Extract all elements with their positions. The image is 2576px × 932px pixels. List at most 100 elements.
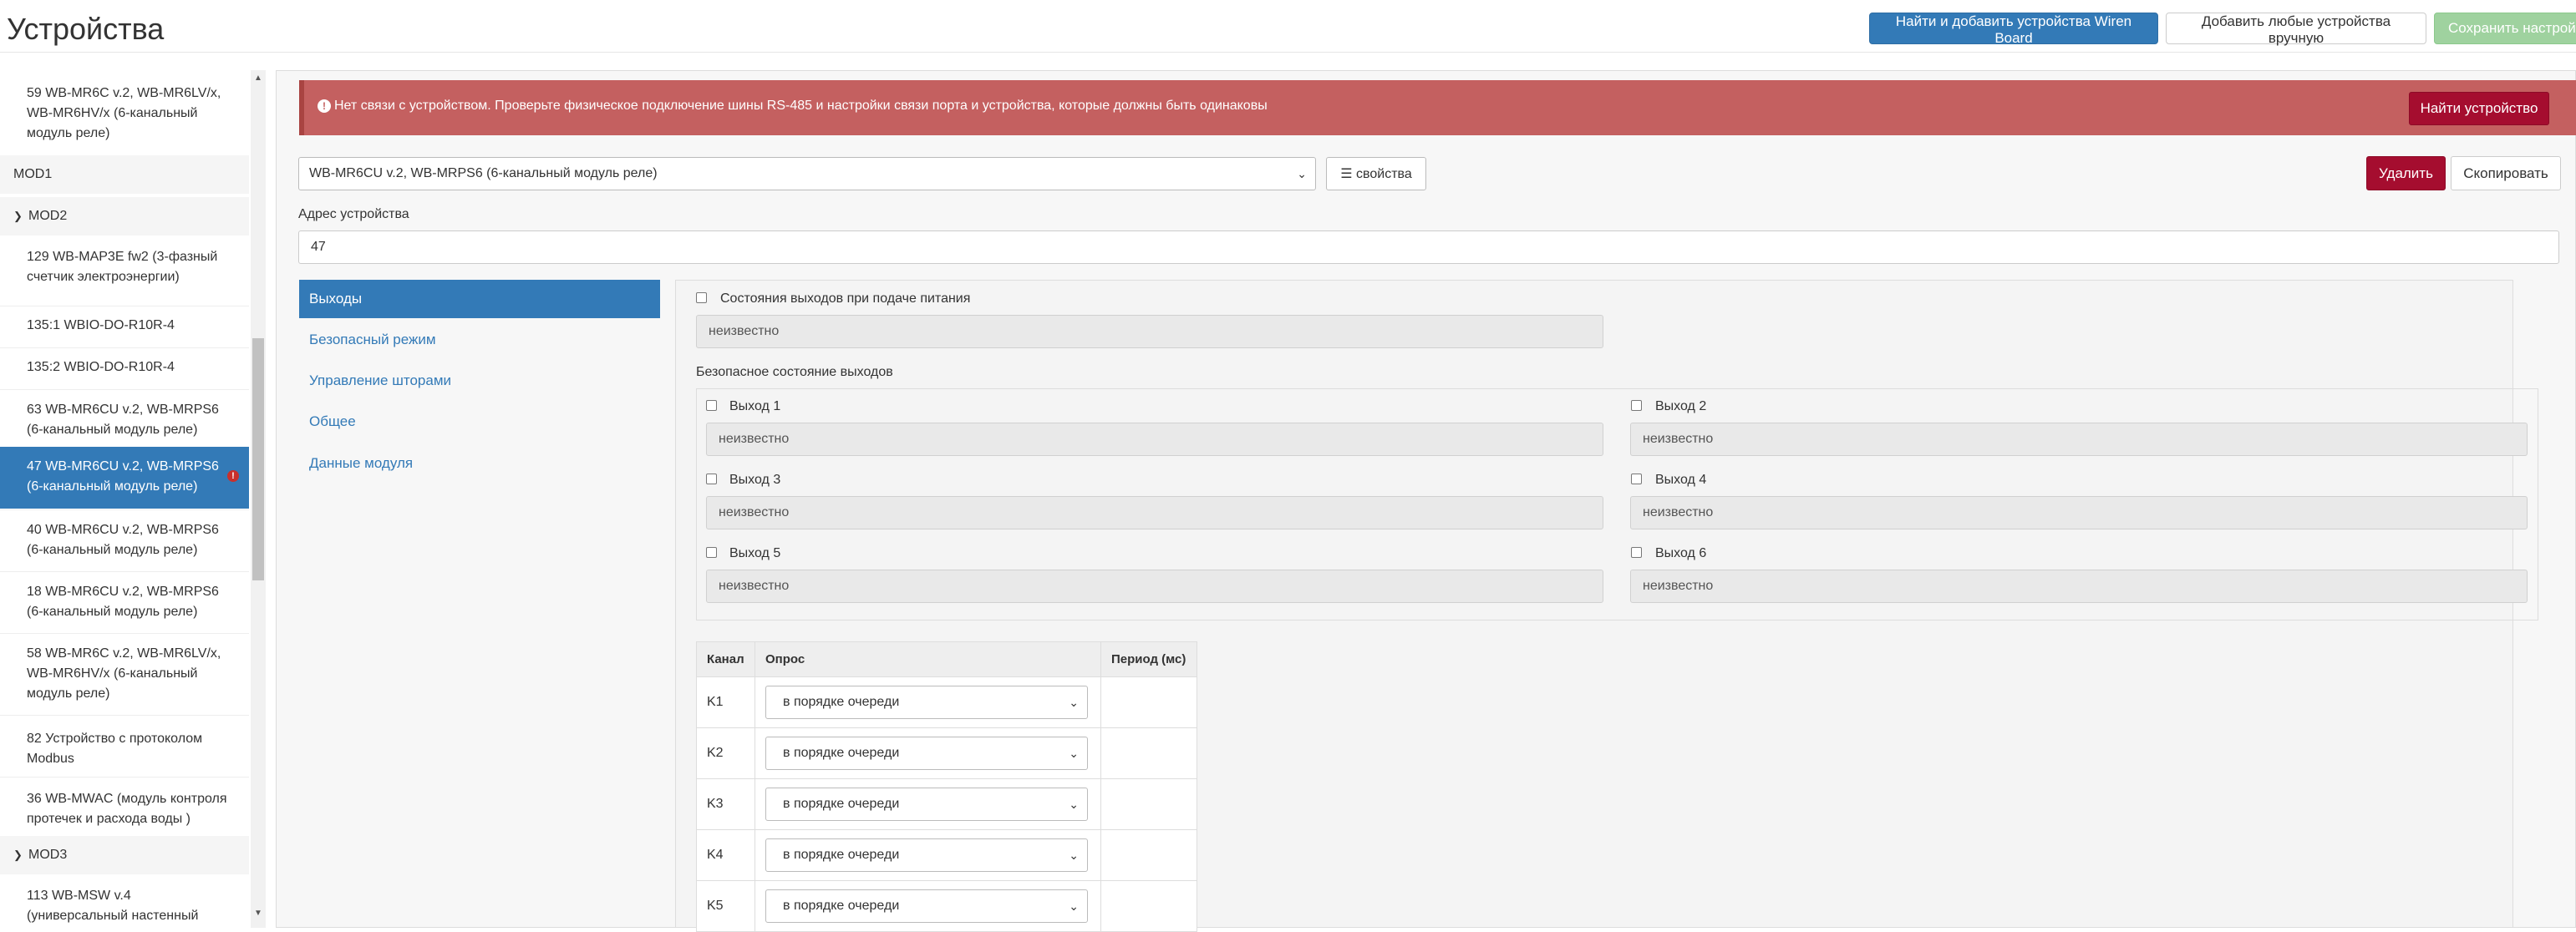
sidebar-item-label: 40 WB-MR6CU v.2, WB-MRPS6 (6-канальный м… — [27, 523, 219, 557]
alert-message: Нет связи с устройством. Проверьте физич… — [334, 99, 1268, 113]
channel-cell: K1 — [696, 676, 755, 728]
poll-value: в порядке очереди — [783, 695, 900, 709]
poll-value: в порядке очереди — [783, 797, 900, 811]
output-4-field: неизвестно — [1630, 496, 2528, 529]
chevron-down-icon: ⌄ — [1069, 899, 1079, 913]
page-title: Устройства — [7, 12, 165, 46]
sidebar-group-label: MOD3 — [28, 848, 68, 862]
sidebar-item-label: 113 WB-MSW v.4 (универсальный настенный … — [27, 889, 199, 923]
sidebar-device-59[interactable]: 59 WB-MR6C v.2, WB-MR6LV/x, WB-MR6HV/x (… — [0, 82, 249, 159]
header-divider — [0, 52, 2576, 53]
chevron-down-icon: ⌄ — [1069, 696, 1079, 709]
table-row: K4 в порядке очереди ⌄ — [696, 829, 1197, 881]
tab-safe-mode[interactable]: Безопасный режим — [299, 321, 660, 359]
delete-button[interactable]: Удалить — [2366, 156, 2446, 190]
sidebar-device-113[interactable]: 113 WB-MSW v.4 (универсальный настенный … — [0, 886, 249, 928]
address-label: Адрес устройства — [298, 207, 409, 221]
output-6-checkbox[interactable] — [1631, 547, 1642, 558]
output-4-checkbox[interactable] — [1631, 474, 1642, 484]
properties-label: свойства — [1356, 167, 1412, 181]
power-on-state-label: Состояния выходов при подаче питания — [720, 291, 971, 306]
sidebar-item-label: 135:2 WBIO-DO-R10R-4 — [27, 360, 175, 374]
find-device-button[interactable]: Найти устройство — [2409, 92, 2549, 125]
save-settings-button[interactable]: Сохранить настройки — [2434, 13, 2576, 44]
period-cell[interactable] — [1100, 880, 1197, 932]
poll-cell: в порядке очереди ⌄ — [755, 727, 1101, 779]
output-5-checkbox[interactable] — [706, 547, 717, 558]
sidebar-device-135-1[interactable]: 135:1 WBIO-DO-R10R-4 — [0, 306, 249, 344]
sidebar-device-82[interactable]: 82 Устройство с протоколом Modbus — [0, 715, 249, 775]
sidebar-item-label: 129 WB-MAP3E fw2 (3-фазный счетчик элект… — [27, 250, 218, 284]
sidebar-item-label: 18 WB-MR6CU v.2, WB-MRPS6 (6-канальный м… — [27, 585, 219, 619]
tab-curtain-control[interactable]: Управление шторами — [299, 362, 660, 400]
sidebar-device-36[interactable]: 36 WB-MWAC (модуль контроля протечек и р… — [0, 777, 249, 840]
output-2-checkbox[interactable] — [1631, 400, 1642, 411]
device-type-select[interactable]: WB-MR6CU v.2, WB-MRPS6 (6-канальный моду… — [298, 157, 1316, 190]
output-2-field: неизвестно — [1630, 423, 2528, 456]
tab-module-data[interactable]: Данные модуля — [299, 444, 660, 483]
period-cell[interactable] — [1100, 829, 1197, 881]
power-on-state-checkbox[interactable] — [696, 292, 707, 303]
scroll-down-icon[interactable]: ▼ — [251, 907, 266, 920]
sidebar-group-mod1[interactable]: MOD1 — [0, 155, 249, 194]
sidebar-group-label: MOD2 — [28, 209, 68, 223]
sidebar-device-40[interactable]: 40 WB-MR6CU v.2, WB-MRPS6 (6-канальный м… — [0, 509, 249, 570]
sidebar-item-label: 135:1 WBIO-DO-R10R-4 — [27, 318, 175, 332]
address-input[interactable]: 47 — [298, 230, 2559, 264]
table-header-row: Канал Опрос Период (мс) — [696, 641, 1197, 677]
find-add-wirenboard-button[interactable]: Найти и добавить устройства Wiren Board — [1869, 13, 2158, 46]
tab-general[interactable]: Общее — [299, 403, 660, 441]
poll-value: в порядке очереди — [783, 899, 900, 913]
power-on-state-field: неизвестно — [696, 315, 1603, 348]
safe-state-label: Безопасное состояние выходов — [696, 365, 893, 379]
sidebar-group-mod2[interactable]: ❯ MOD2 — [0, 197, 249, 236]
poll-value: в порядке очереди — [783, 746, 900, 760]
chevron-down-icon: ⌄ — [1069, 798, 1079, 811]
poll-select[interactable]: в порядке очереди ⌄ — [765, 686, 1088, 719]
sidebar-device-135-2[interactable]: 135:2 WBIO-DO-R10R-4 — [0, 347, 249, 386]
poll-select[interactable]: в порядке очереди ⌄ — [765, 889, 1088, 923]
period-cell[interactable] — [1100, 676, 1197, 728]
table-row: K1 в порядке очереди ⌄ — [696, 676, 1197, 728]
poll-cell: в порядке очереди ⌄ — [755, 880, 1101, 932]
channel-cell: K4 — [696, 829, 755, 881]
output-1-field: неизвестно — [706, 423, 1603, 456]
sidebar-device-47[interactable]: 47 WB-MR6CU v.2, WB-MRPS6 (6-канальный м… — [0, 447, 249, 509]
poll-value: в порядке очереди — [783, 848, 900, 862]
tab-outputs[interactable]: Выходы — [299, 280, 660, 318]
copy-button[interactable]: Скопировать — [2451, 156, 2561, 190]
table-row: K2 в порядке очереди ⌄ — [696, 727, 1197, 779]
connection-error-alert: ! Нет связи с устройством. Проверьте физи… — [299, 80, 2576, 135]
add-manual-button[interactable]: Добавить любые устройства вручную — [2166, 13, 2426, 46]
table-row: K5 в порядке очереди ⌄ — [696, 880, 1197, 932]
output-5-field: неизвестно — [706, 570, 1603, 603]
poll-select[interactable]: в порядке очереди ⌄ — [765, 737, 1088, 770]
sidebar-device-18[interactable]: 18 WB-MR6CU v.2, WB-MRPS6 (6-канальный м… — [0, 571, 249, 631]
output-1-checkbox[interactable] — [706, 400, 717, 411]
output-1-label: Выход 1 — [729, 399, 781, 413]
chevron-down-icon: ⌄ — [1297, 167, 1307, 180]
sidebar-device-129[interactable]: 129 WB-MAP3E fw2 (3-фазный счетчик элект… — [0, 247, 249, 289]
column-header-poll: Опрос — [755, 641, 1101, 677]
output-6-field: неизвестно — [1630, 570, 2528, 603]
scroll-up-icon[interactable]: ▲ — [251, 72, 266, 85]
period-cell[interactable] — [1100, 727, 1197, 779]
output-3-label: Выход 3 — [729, 473, 781, 487]
output-3-checkbox[interactable] — [706, 474, 717, 484]
poll-select[interactable]: в порядке очереди ⌄ — [765, 838, 1088, 872]
properties-button[interactable]: ☰ свойства — [1326, 157, 1426, 190]
sidebar-scrollbar-thumb[interactable] — [252, 338, 264, 580]
poll-select[interactable]: в порядке очереди ⌄ — [765, 788, 1088, 821]
device-sidebar: 59 WB-MR6C v.2, WB-MR6LV/x, WB-MR6HV/x (… — [0, 67, 251, 928]
channels-table: Канал Опрос Период (мс) K1 в порядке оче… — [696, 641, 1197, 932]
warning-icon: ! — [318, 99, 331, 113]
sidebar-group-mod3[interactable]: ❯ MOD3 — [0, 836, 249, 874]
sidebar-device-58[interactable]: 58 WB-MR6C v.2, WB-MR6LV/x, WB-MR6HV/x (… — [0, 633, 249, 713]
sidebar-item-label: 82 Устройство с протоколом Modbus — [27, 732, 203, 766]
channel-cell: K2 — [696, 727, 755, 779]
sidebar-item-label: 58 WB-MR6C v.2, WB-MR6LV/x, WB-MR6HV/x (… — [27, 646, 221, 701]
column-header-channel: Канал — [696, 641, 755, 677]
error-badge: ! — [227, 470, 239, 482]
sidebar-device-63[interactable]: 63 WB-MR6CU v.2, WB-MRPS6 (6-канальный м… — [0, 389, 249, 448]
period-cell[interactable] — [1100, 778, 1197, 830]
